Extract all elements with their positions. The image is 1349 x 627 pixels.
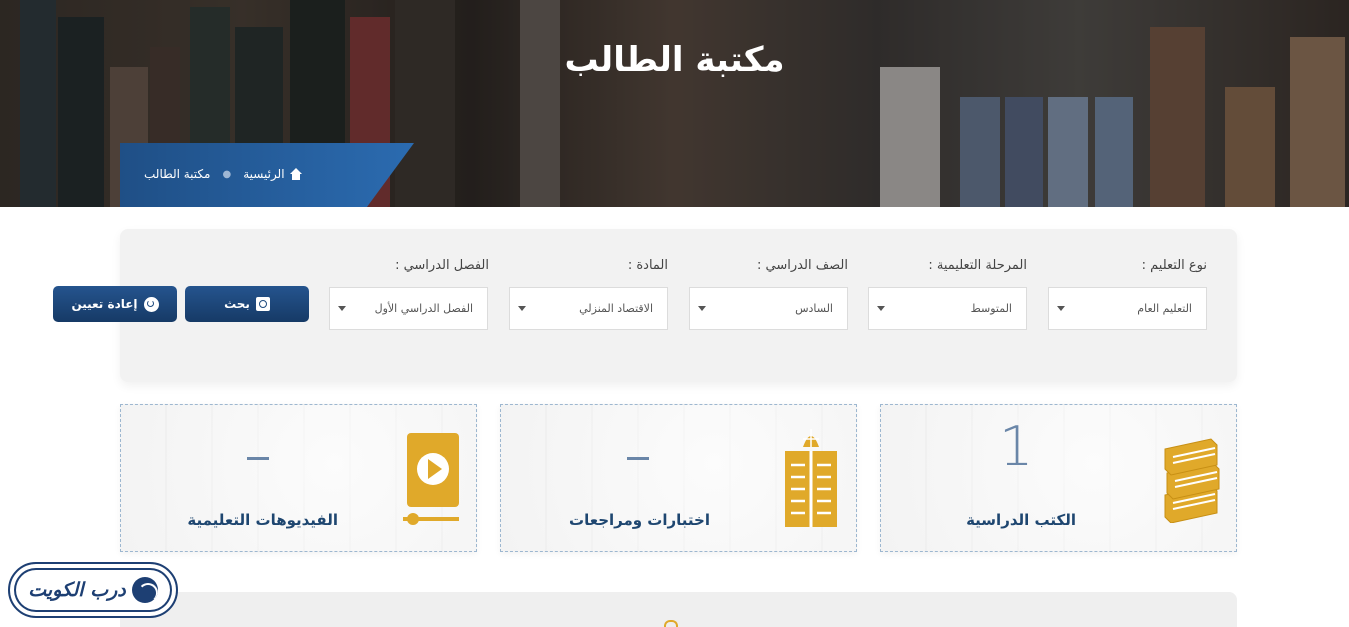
stage-value: المتوسط bbox=[970, 302, 1012, 315]
stage-select[interactable]: المتوسط bbox=[868, 287, 1027, 330]
books-icon bbox=[1164, 438, 1220, 523]
stage-label: المرحلة التعليمية : bbox=[928, 258, 1027, 273]
reset-button[interactable]: إعادة تعيين bbox=[53, 286, 177, 322]
subject-value: الاقتصاد المنزلي bbox=[579, 302, 653, 315]
subject-select[interactable]: الاقتصاد المنزلي bbox=[509, 287, 668, 330]
card-textbooks[interactable]: 1 الكتب الدراسية bbox=[880, 404, 1237, 552]
education-type-label: نوع التعليم : bbox=[1141, 258, 1207, 273]
refresh-icon bbox=[143, 296, 159, 312]
grade-label: الصف الدراسي : bbox=[757, 258, 848, 273]
education-type-value: التعليم العام bbox=[1137, 302, 1192, 315]
education-type-select[interactable]: التعليم العام bbox=[1048, 287, 1207, 330]
semester-label: الفصل الدراسي : bbox=[395, 258, 489, 273]
grade-value: السادس bbox=[795, 302, 833, 315]
logo-text: درب الكويت bbox=[28, 579, 126, 601]
section-icon bbox=[664, 620, 678, 627]
page-title: مكتبة الطالب bbox=[564, 40, 785, 80]
logo-emblem-icon bbox=[131, 577, 158, 603]
breadcrumb-separator: ● bbox=[222, 168, 232, 180]
exams-title: اختبارات ومراجعات bbox=[569, 511, 710, 529]
chevron-down-icon bbox=[698, 306, 706, 311]
search-button-label: بحث bbox=[224, 297, 250, 311]
exams-count-dash bbox=[627, 457, 649, 460]
card-educational-videos[interactable]: الفيديوهات التعليمية bbox=[120, 404, 477, 552]
breadcrumb-current: مكتبة الطالب bbox=[144, 167, 211, 181]
semester-value: الفصل الدراسي الأول bbox=[374, 302, 473, 315]
chevron-down-icon bbox=[877, 306, 885, 311]
videos-title: الفيديوهات التعليمية bbox=[187, 511, 338, 529]
search-icon bbox=[255, 297, 270, 311]
chevron-down-icon bbox=[1057, 306, 1065, 311]
chevron-down-icon bbox=[338, 306, 346, 311]
home-icon bbox=[289, 168, 303, 180]
textbooks-count: 1 bbox=[999, 415, 1034, 478]
breadcrumb-home-label: الرئيسية bbox=[243, 167, 285, 181]
semester-select[interactable]: الفصل الدراسي الأول bbox=[329, 287, 488, 330]
reset-button-label: إعادة تعيين bbox=[71, 297, 138, 311]
site-logo[interactable]: درب الكويت bbox=[8, 562, 178, 618]
search-button[interactable]: بحث bbox=[185, 286, 309, 322]
exam-book-icon bbox=[785, 429, 837, 527]
grade-select[interactable]: السادس bbox=[689, 287, 848, 330]
card-exams-reviews[interactable]: اختبارات ومراجعات bbox=[500, 404, 857, 552]
textbooks-title: الكتب الدراسية bbox=[966, 511, 1076, 529]
videos-count-dash bbox=[247, 457, 269, 460]
video-player-icon bbox=[403, 433, 459, 525]
chevron-down-icon bbox=[518, 306, 526, 311]
next-section-panel bbox=[120, 592, 1237, 627]
breadcrumb-home-link[interactable]: الرئيسية bbox=[243, 167, 302, 181]
breadcrumb: الرئيسية ● مكتبة الطالب bbox=[144, 167, 334, 181]
subject-label: المادة : bbox=[627, 258, 668, 273]
